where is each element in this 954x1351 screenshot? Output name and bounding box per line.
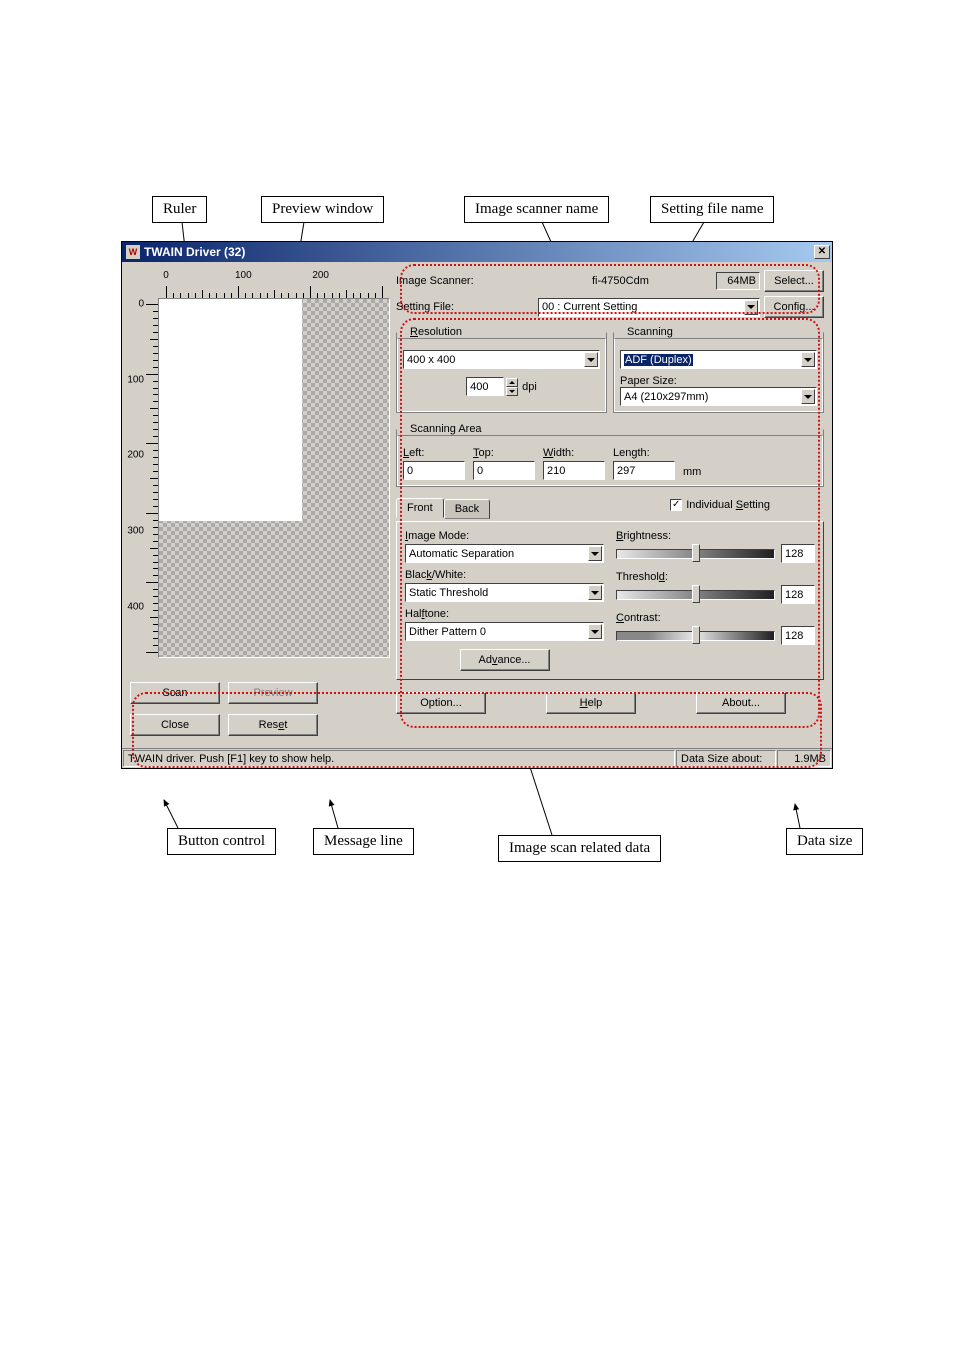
chevron-down-icon <box>801 389 815 404</box>
halftone-label: Halftone: <box>405 608 604 620</box>
app-icon: W <box>126 245 140 259</box>
tab-front[interactable]: Front <box>396 498 444 518</box>
callout-image-scan-related-data: Image scan related data <box>498 835 661 862</box>
length-label: Length: <box>613 447 675 459</box>
datasize-label: Data Size about: <box>676 750 776 767</box>
callout-button-control: Button control <box>167 828 276 855</box>
close-button[interactable]: Close <box>130 714 220 736</box>
brightness-slider[interactable] <box>616 545 775 563</box>
callout-message-line: Message line <box>313 828 414 855</box>
scanning-area-group: Scanning Area Left: 0 Top: 0 Width: 210 <box>396 423 824 487</box>
about-button[interactable]: About... <box>696 692 786 714</box>
width-input[interactable]: 210 <box>543 461 605 480</box>
spin-down-icon[interactable] <box>506 387 518 396</box>
image-mode-select[interactable]: Automatic Separation <box>405 544 604 563</box>
ruler-horizontal: 0100200 <box>158 270 390 298</box>
contrast-label: Contrast: <box>616 612 815 624</box>
dpi-label: dpi <box>522 381 537 393</box>
callout-ruler: Ruler <box>152 196 207 223</box>
ruler-vertical: 0100200300400 <box>130 298 158 658</box>
contrast-value[interactable]: 128 <box>781 626 815 645</box>
resolution-group: Resolution 400 x 400 400 dpi <box>396 326 607 413</box>
blackwhite-select[interactable]: Static Threshold <box>405 583 604 602</box>
option-button[interactable]: Option... <box>396 692 486 714</box>
window-title: TWAIN Driver (32) <box>144 245 814 259</box>
image-scanner-label: Image Scanner: <box>396 275 494 287</box>
resolution-select[interactable]: 400 x 400 <box>403 350 600 369</box>
spin-up-icon[interactable] <box>506 378 518 387</box>
threshold-slider[interactable] <box>616 586 775 604</box>
scanning-type-select[interactable]: ADF (Duplex) <box>620 350 817 369</box>
brightness-value[interactable]: 128 <box>781 544 815 563</box>
length-input[interactable]: 297 <box>613 461 675 480</box>
help-button[interactable]: Help <box>546 692 636 714</box>
chevron-down-icon <box>801 352 815 367</box>
threshold-value[interactable]: 128 <box>781 585 815 604</box>
resolution-spin[interactable]: 400 <box>466 377 518 396</box>
unit-label: mm <box>683 466 701 480</box>
callout-image-scanner-name: Image scanner name <box>464 196 609 223</box>
titlebar: W TWAIN Driver (32) ✕ <box>122 242 832 262</box>
scan-button[interactable]: Scan <box>130 682 220 704</box>
chevron-down-icon <box>744 300 758 315</box>
brightness-label: Brightness: <box>616 530 815 542</box>
close-icon[interactable]: ✕ <box>814 245 830 259</box>
setting-file-label: Setting File: <box>396 301 494 313</box>
image-mode-label: Image Mode: <box>405 530 604 542</box>
left-label: Left: <box>403 447 465 459</box>
advance-button[interactable]: Advance... <box>460 649 550 671</box>
chevron-down-icon <box>588 624 602 639</box>
front-tab-panel: Image Mode: Automatic Separation Black/W… <box>396 521 824 680</box>
preview-window[interactable] <box>158 298 390 658</box>
select-button[interactable]: Select... <box>764 270 824 292</box>
tab-back[interactable]: Back <box>444 499 490 519</box>
callout-data-size: Data size <box>786 828 863 855</box>
callout-setting-file-name: Setting file name <box>650 196 774 223</box>
contrast-slider[interactable] <box>616 627 775 645</box>
top-label: Top: <box>473 447 535 459</box>
status-bar: TWAIN driver. Push [F1] key to show help… <box>122 748 832 768</box>
datasize-value: 1.9MB <box>777 750 831 767</box>
top-input[interactable]: 0 <box>473 461 535 480</box>
chevron-down-icon <box>584 352 598 367</box>
image-scanner-value: fi-4750Cdm <box>592 275 712 287</box>
preview-button[interactable]: Preview <box>228 682 318 704</box>
scanning-group: Scanning ADF (Duplex) Paper Size: A4 (21… <box>613 326 824 413</box>
halftone-select[interactable]: Dither Pattern 0 <box>405 622 604 641</box>
threshold-label: Threshold: <box>616 571 815 583</box>
paper-size-select[interactable]: A4 (210x297mm) <box>620 387 817 406</box>
width-label: Width: <box>543 447 605 459</box>
callout-preview-window: Preview window <box>261 196 384 223</box>
preview-page <box>159 299 302 521</box>
memory-value: 64MB <box>716 272 760 290</box>
twain-driver-window: W TWAIN Driver (32) ✕ 0100200 0100200300… <box>121 241 833 769</box>
reset-button[interactable]: Reset <box>228 714 318 736</box>
config-button[interactable]: Config... <box>764 296 824 318</box>
individual-setting-checkbox[interactable]: ✓ Individual Setting <box>670 499 770 511</box>
status-message: TWAIN driver. Push [F1] key to show help… <box>123 750 675 767</box>
chevron-down-icon <box>588 546 602 561</box>
left-input[interactable]: 0 <box>403 461 465 480</box>
setting-file-select[interactable]: 00 : Current Setting <box>538 298 760 317</box>
paper-size-label: Paper Size: <box>620 375 817 387</box>
chevron-down-icon <box>588 585 602 600</box>
blackwhite-label: Black/White: <box>405 569 604 581</box>
